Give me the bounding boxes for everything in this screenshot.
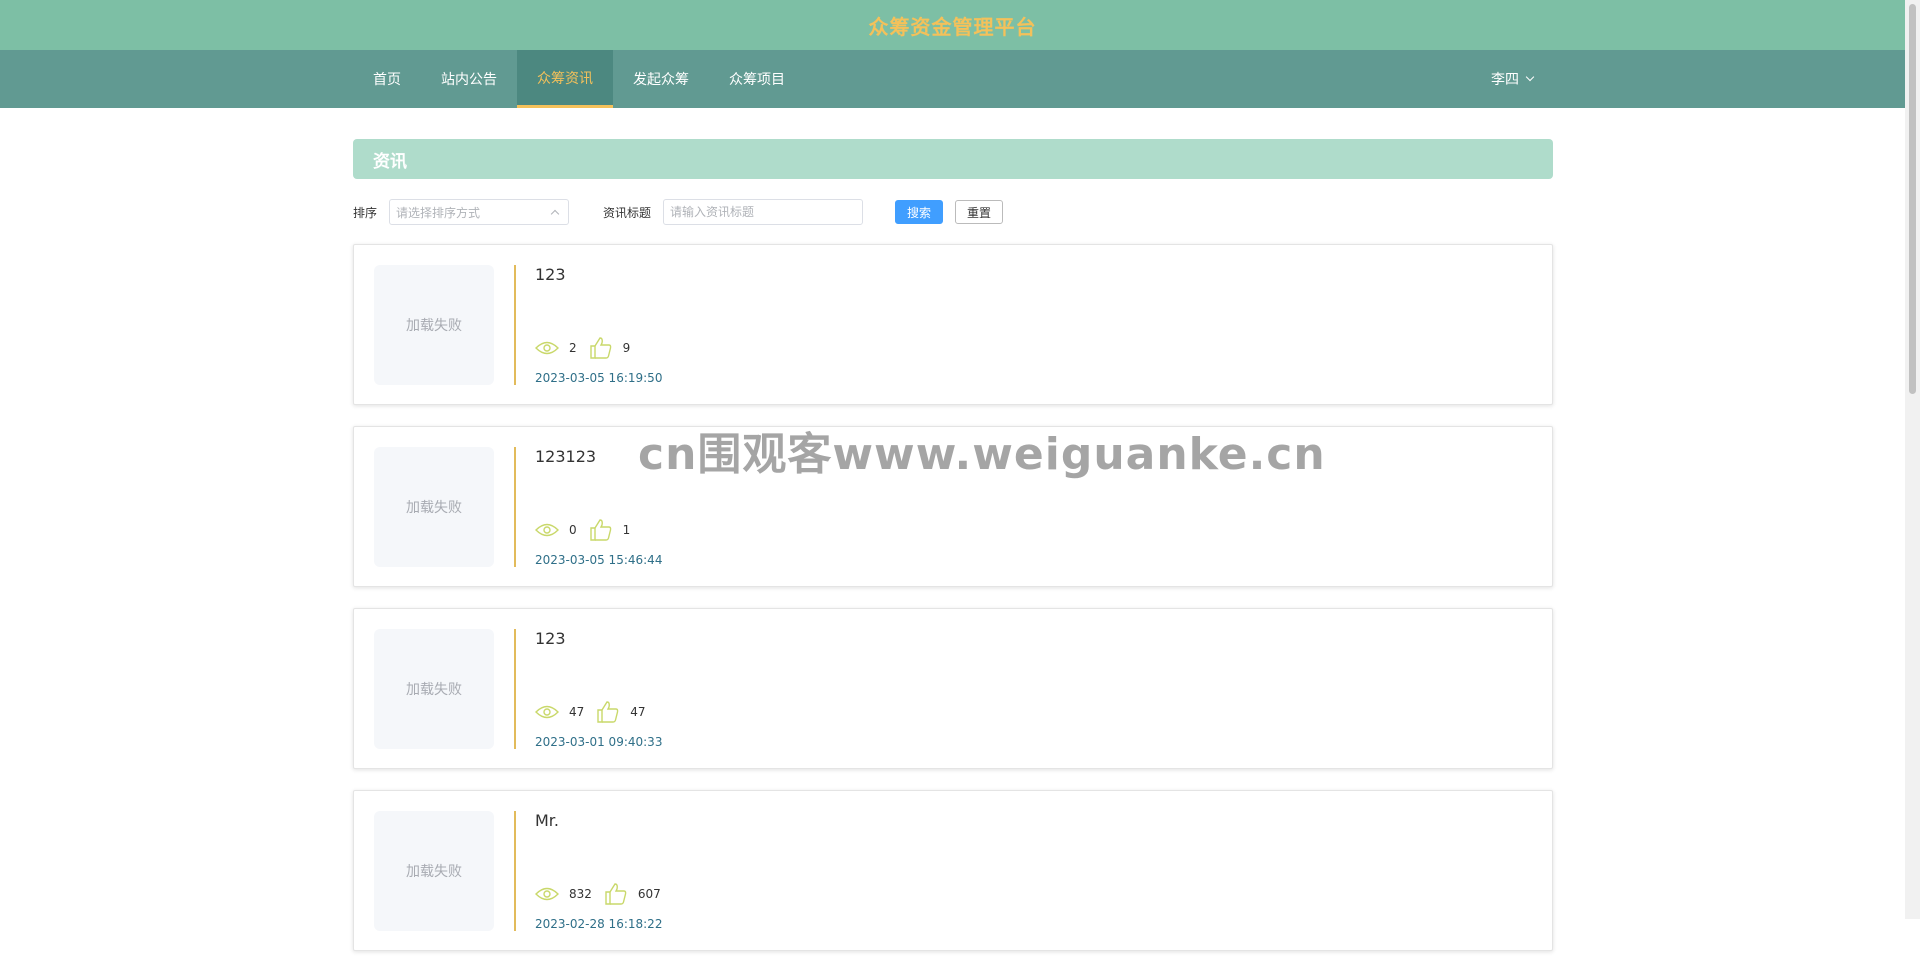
nav-item-launch[interactable]: 发起众筹 bbox=[613, 50, 709, 108]
nav-items: 首页 站内公告 众筹资讯 发起众筹 众筹项目 李四 bbox=[353, 50, 1553, 108]
thumbs-up-icon bbox=[589, 518, 613, 542]
sort-placeholder: 请选择排序方式 bbox=[396, 205, 481, 220]
nav-item-news[interactable]: 众筹资讯 bbox=[517, 50, 613, 108]
user-name: 李四 bbox=[1491, 72, 1519, 88]
image-load-failed-text: 加载失败 bbox=[406, 682, 462, 698]
site-title: 众筹资金管理平台 bbox=[868, 14, 1037, 39]
title-search-input[interactable] bbox=[663, 199, 864, 225]
nav-item-announcements[interactable]: 站内公告 bbox=[421, 50, 517, 108]
news-stats: 0 1 bbox=[535, 518, 642, 542]
scrollbar-thumb[interactable] bbox=[1909, 4, 1916, 394]
news-date: 2023-03-01 09:40:33 bbox=[535, 735, 663, 749]
view-count: 47 bbox=[569, 705, 585, 719]
eye-icon bbox=[535, 886, 559, 902]
news-card[interactable]: 加载失败 123 2 9 2023-03-05 16:19:50 bbox=[353, 244, 1553, 405]
news-thumbnail: 加载失败 bbox=[374, 811, 494, 931]
image-load-failed-text: 加载失败 bbox=[406, 864, 462, 880]
search-button[interactable]: 搜索 bbox=[895, 200, 944, 224]
image-load-failed-text: 加载失败 bbox=[406, 318, 462, 334]
card-divider bbox=[514, 447, 516, 567]
like-count: 607 bbox=[637, 887, 661, 901]
view-count: 832 bbox=[569, 887, 592, 901]
thumbs-up-icon bbox=[589, 336, 613, 360]
news-card[interactable]: 加载失败 123 47 47 2023-03-01 09:40:33 bbox=[353, 608, 1553, 769]
chevron-down-icon bbox=[1525, 72, 1535, 82]
card-divider bbox=[514, 629, 516, 749]
thumbs-up-icon bbox=[604, 882, 628, 906]
page-scrollbar[interactable] bbox=[1905, 0, 1920, 919]
reset-button[interactable]: 重置 bbox=[955, 200, 1004, 224]
news-stats: 2 9 bbox=[535, 336, 642, 360]
title-label: 资讯标题 bbox=[603, 205, 652, 220]
news-date: 2023-02-28 16:18:22 bbox=[535, 917, 663, 931]
card-divider bbox=[514, 265, 516, 385]
section-header: 资讯 bbox=[353, 139, 1553, 179]
news-thumbnail: 加载失败 bbox=[374, 265, 494, 385]
section-title: 资讯 bbox=[373, 151, 407, 172]
news-date: 2023-03-05 15:46:44 bbox=[535, 553, 663, 567]
news-title: 123123 bbox=[535, 447, 597, 466]
nav-item-projects[interactable]: 众筹项目 bbox=[709, 50, 805, 108]
like-count: 47 bbox=[630, 705, 646, 719]
sort-select[interactable]: 请选择排序方式 bbox=[389, 199, 570, 225]
news-title: 123 bbox=[535, 265, 566, 284]
sort-label: 排序 bbox=[353, 205, 378, 220]
view-count: 0 bbox=[569, 523, 577, 537]
filter-bar: 排序 请选择排序方式 资讯标题 搜索 重置 bbox=[353, 199, 1553, 225]
image-load-failed-text: 加载失败 bbox=[406, 500, 462, 516]
news-stats: 832 607 bbox=[535, 882, 673, 906]
chevron-up-icon bbox=[550, 209, 560, 219]
nav-item-home[interactable]: 首页 bbox=[353, 50, 421, 108]
news-stats: 47 47 bbox=[535, 700, 658, 724]
like-count: 1 bbox=[622, 523, 631, 537]
top-banner: 众筹资金管理平台 bbox=[0, 0, 1905, 50]
news-list: 加载失败 123 2 9 2023-03-05 16:19:50 加载失败 1 2 bbox=[353, 244, 1553, 951]
card-divider bbox=[514, 811, 516, 931]
news-card[interactable]: 加载失败 123123 0 1 2023-03-05 15:46:44 bbox=[353, 426, 1553, 587]
news-date: 2023-03-05 16:19:50 bbox=[535, 371, 663, 385]
news-thumbnail: 加载失败 bbox=[374, 629, 494, 749]
main-nav: 首页 站内公告 众筹资讯 发起众筹 众筹项目 李四 bbox=[0, 50, 1905, 108]
eye-icon bbox=[535, 340, 559, 356]
eye-icon bbox=[535, 522, 559, 538]
eye-icon bbox=[535, 704, 559, 720]
like-count: 9 bbox=[622, 341, 631, 355]
news-title: Mr. bbox=[535, 811, 559, 830]
thumbs-up-icon bbox=[596, 700, 620, 724]
user-menu[interactable]: 李四 bbox=[1491, 50, 1535, 108]
news-card[interactable]: 加载失败 Mr. 832 607 2023-02-28 16:18:22 bbox=[353, 790, 1553, 951]
news-thumbnail: 加载失败 bbox=[374, 447, 494, 567]
view-count: 2 bbox=[569, 341, 577, 355]
main-content: 资讯 排序 请选择排序方式 资讯标题 搜索 重置 加载失败 123 2 bbox=[353, 108, 1553, 972]
news-title: 123 bbox=[535, 629, 566, 648]
